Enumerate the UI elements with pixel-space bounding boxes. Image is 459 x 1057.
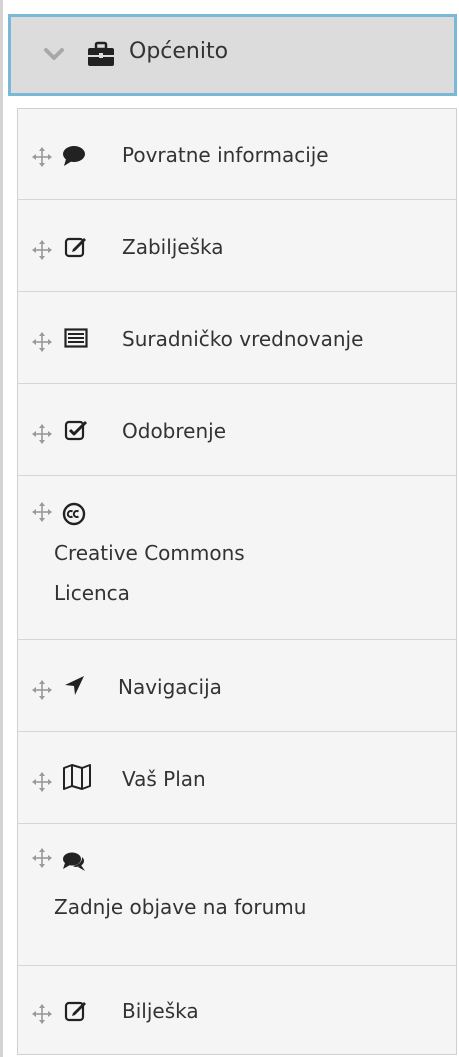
- location-arrow-icon: [65, 676, 84, 695]
- block-label: Odobrenje: [122, 419, 226, 443]
- block-item-note[interactable]: Zabilješka: [18, 200, 456, 292]
- block-item-latest-forum-posts[interactable]: Zadnje objave na forumu: [18, 824, 456, 966]
- left-border: [0, 0, 3, 1057]
- section-title: Općenito: [129, 39, 229, 64]
- block-item-navigation[interactable]: Navigacija: [18, 640, 456, 732]
- block-item-feedback[interactable]: Povratne informacije: [18, 109, 456, 200]
- block-item-peer-review[interactable]: Suradničko vrednovanje: [18, 292, 456, 384]
- block-label: Bilješka: [122, 999, 199, 1023]
- list-alt-icon: [64, 328, 88, 348]
- block-label: Zadnje objave na forumu: [54, 895, 307, 919]
- block-label: Povratne informacije: [122, 143, 329, 167]
- move-icon[interactable]: [32, 1004, 52, 1024]
- move-icon[interactable]: [32, 772, 52, 792]
- chevron-down-icon: [44, 48, 64, 60]
- edit-icon: [64, 1001, 86, 1022]
- move-icon[interactable]: [32, 240, 52, 260]
- move-icon[interactable]: [32, 680, 52, 700]
- briefcase-icon: [88, 41, 114, 66]
- block-label: Vaš Plan: [122, 767, 206, 791]
- section-header-general[interactable]: Općenito: [8, 14, 457, 96]
- block-label: Zabilješka: [122, 235, 224, 259]
- block-label: Navigacija: [118, 675, 222, 699]
- move-icon[interactable]: [32, 332, 52, 352]
- map-icon: [63, 764, 91, 790]
- block-item-creative-commons[interactable]: Creative Commons Licenca: [18, 476, 456, 640]
- comments-icon: [63, 852, 85, 871]
- edit-icon: [64, 237, 86, 258]
- comment-icon: [63, 146, 85, 166]
- block-label: Suradničko vrednovanje: [122, 327, 364, 351]
- move-icon[interactable]: [32, 502, 52, 522]
- block-item-notes[interactable]: Bilješka: [18, 966, 456, 1054]
- move-icon[interactable]: [32, 424, 52, 444]
- move-icon[interactable]: [32, 848, 52, 868]
- creative-commons-icon: [62, 502, 86, 526]
- block-label-line2: Licenca: [54, 581, 130, 605]
- block-item-approval[interactable]: Odobrenje: [18, 384, 456, 476]
- move-icon[interactable]: [32, 147, 52, 167]
- block-label-line1: Creative Commons: [54, 541, 245, 565]
- check-square-icon: [64, 420, 88, 441]
- block-list: Povratne informacije Zabilješka Suradnič…: [17, 108, 457, 1055]
- block-item-your-plan[interactable]: Vaš Plan: [18, 732, 456, 824]
